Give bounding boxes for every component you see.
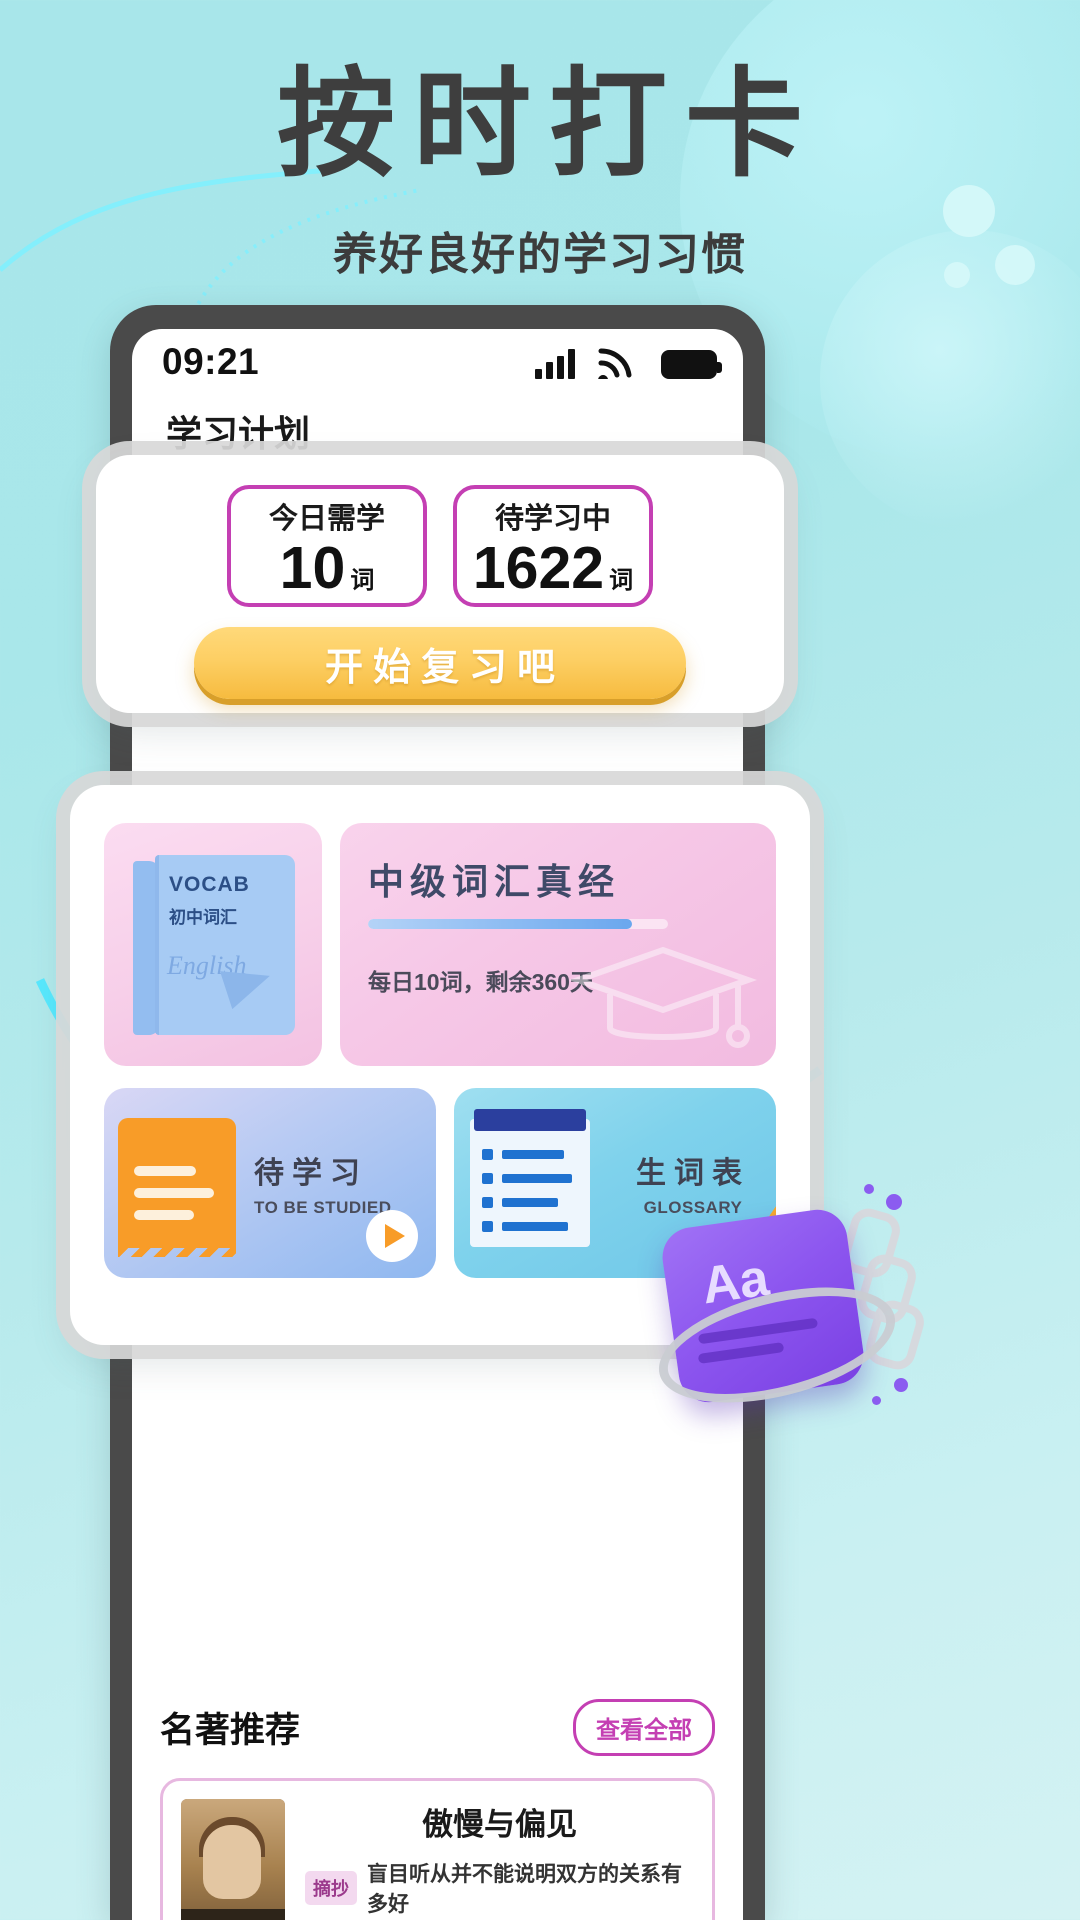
quote-tag: 摘抄 [305,1871,357,1905]
book-cover-image: PRIDE & PREJUDICE [181,1799,285,1920]
stat-unit-today: 词 [350,566,375,594]
app-page-title-text: 学习计划 [166,413,311,454]
to-be-studied-text: 待学习 TO BE STUDIED [254,1148,391,1218]
stat-unit-pending: 词 [609,566,634,594]
notepad-checklist-icon [470,1109,590,1247]
to-be-studied-en: TO BE STUDIED [254,1198,392,1217]
wifi-icon [598,348,632,379]
vocab-label: VOCAB [169,872,250,896]
tile-row-bottom: 待学习 TO BE STUDIED 生词表 GLOSSARY [104,1088,776,1278]
status-icons [535,345,722,379]
book-stack-icon: VOCAB 初中词汇 English [133,854,295,1035]
page-title: 按时打卡 [276,59,821,191]
play-forward-icon[interactable] [366,1210,418,1262]
stat-value-pending: 1622 [472,534,605,601]
classics-title: 名著推荐 [160,1711,301,1750]
glossary-tile[interactable]: 生词表 GLOSSARY [454,1088,776,1278]
tile-row-top: VOCAB 初中词汇 English 中级词汇真经 每日10词，剩余360天 [104,823,776,1066]
book-recommendation-card[interactable]: PRIDE & PREJUDICE 傲慢与偏见 摘抄 盲目听从并不能说明双方的关… [160,1778,715,1920]
glossary-cn: 生词表 [636,1157,750,1190]
graduation-cap-icon [568,946,758,1048]
view-all-button[interactable]: 查看全部 [573,1699,715,1756]
stat-box-pending[interactable]: 待学习中 1622 词 [453,485,653,607]
status-bar: 09:21 [132,329,743,395]
to-be-studied-tile[interactable]: 待学习 TO BE STUDIED [104,1088,436,1278]
course-progress-track [368,919,668,929]
tiles-wrapper: VOCAB 初中词汇 English 中级词汇真经 每日10词，剩余360天 待… [70,785,810,1345]
classics-section: 名著推荐 查看全部 PRIDE & PREJUDICE 傲慢与偏见 摘抄 盲目听… [132,1675,743,1920]
status-time: 09:21 [162,341,260,382]
stat-label-pending: 待学习中 [494,502,611,535]
stat-label-today: 今日需学 [268,502,385,535]
start-review-button[interactable]: 开始复习吧 [194,627,686,699]
glossary-en: GLOSSARY [643,1198,743,1217]
to-be-studied-cn: 待学习 [254,1157,368,1190]
vocab-book-tile[interactable]: VOCAB 初中词汇 English [104,823,322,1066]
book-quote: 摘抄 盲目听从并不能说明双方的关系有多好 [305,1858,694,1918]
course-progress-fill [368,919,632,929]
stat-box-today[interactable]: 今日需学 10 词 [227,485,427,607]
study-tiles-card: VOCAB 初中词汇 English 中级词汇真经 每日10词，剩余360天 待… [70,785,810,1345]
vocab-cn-label: 初中词汇 [169,907,237,927]
book-title: 傲慢与偏见 [422,1807,577,1842]
battery-icon [661,350,722,379]
app-page-title: 学习计划 [132,395,317,457]
current-course-title: 中级词汇真经 [368,861,621,902]
quote-text: 盲目听从并不能说明双方的关系有多好 [367,1863,682,1916]
plan-stats-row: 今日需学 10 词 待学习中 1622 词 [96,455,784,607]
signal-bars-icon [535,349,575,379]
study-plan-card: 今日需学 10 词 待学习中 1622 词 开始复习吧 [96,455,784,713]
current-course-tile[interactable]: 中级词汇真经 每日10词，剩余360天 [340,823,776,1066]
book-info: 傲慢与偏见 摘抄 盲目听从并不能说明双方的关系有多好 词汇量：3000-4000 [305,1799,694,1920]
glossary-text: 生词表 GLOSSARY [636,1148,750,1218]
stat-value-today: 10 [279,534,346,601]
receipt-document-icon [118,1118,236,1257]
classics-header: 名著推荐 查看全部 [160,1699,715,1756]
page-subtitle: 养好良好的学习习惯 [333,230,747,279]
